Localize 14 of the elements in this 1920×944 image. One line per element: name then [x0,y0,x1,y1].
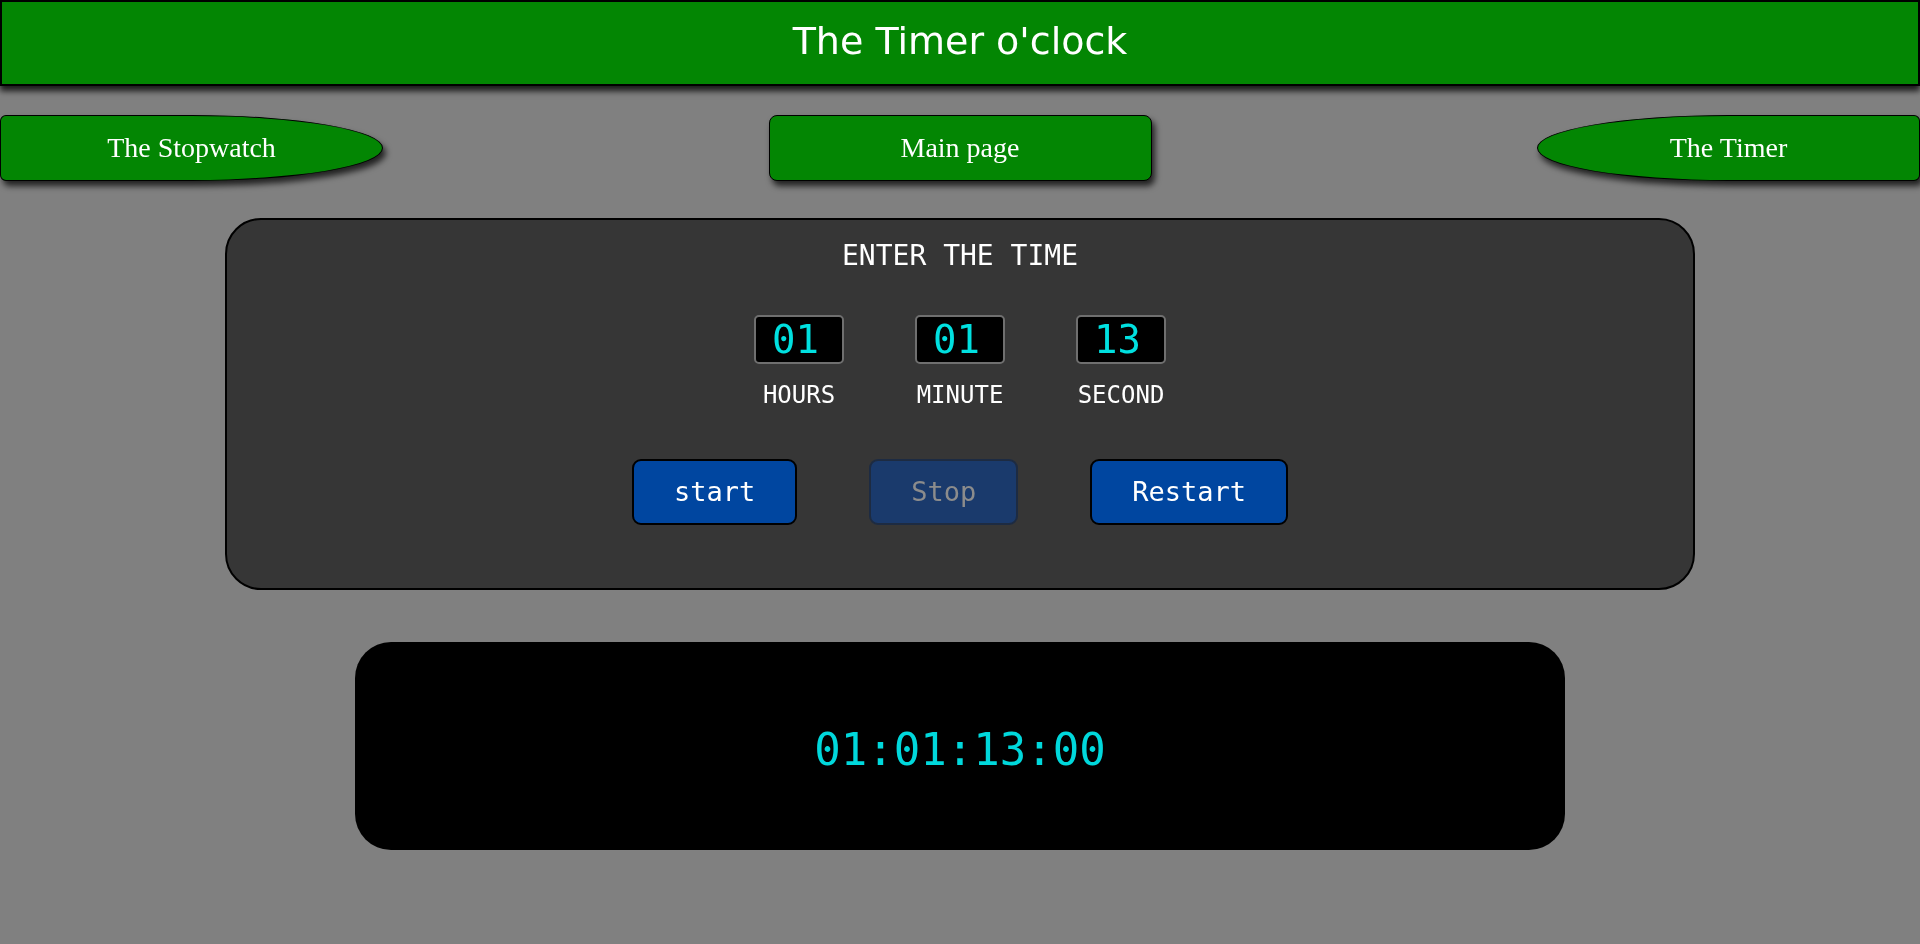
app-title: The Timer o'clock [792,22,1128,60]
field-label: MINUTE [916,383,1004,407]
time-readout: 01:01:13:00 [814,728,1106,772]
time-input[interactable]: 13 [1076,315,1166,364]
nav-link[interactable]: The Timer [1537,115,1920,181]
field-label: SECOND [1077,383,1165,407]
nav-link[interactable]: Main page [768,115,1152,181]
action-button[interactable]: Restart [1090,459,1289,525]
nav-link[interactable]: The Stopwatch [0,115,383,181]
panel-title: ENTER THE TIME [842,242,1078,270]
time-input[interactable]: 01 [754,315,844,364]
time-input[interactable]: 01 [915,315,1005,364]
action-button[interactable]: start [631,459,798,525]
field-label: HOURS [762,383,836,407]
